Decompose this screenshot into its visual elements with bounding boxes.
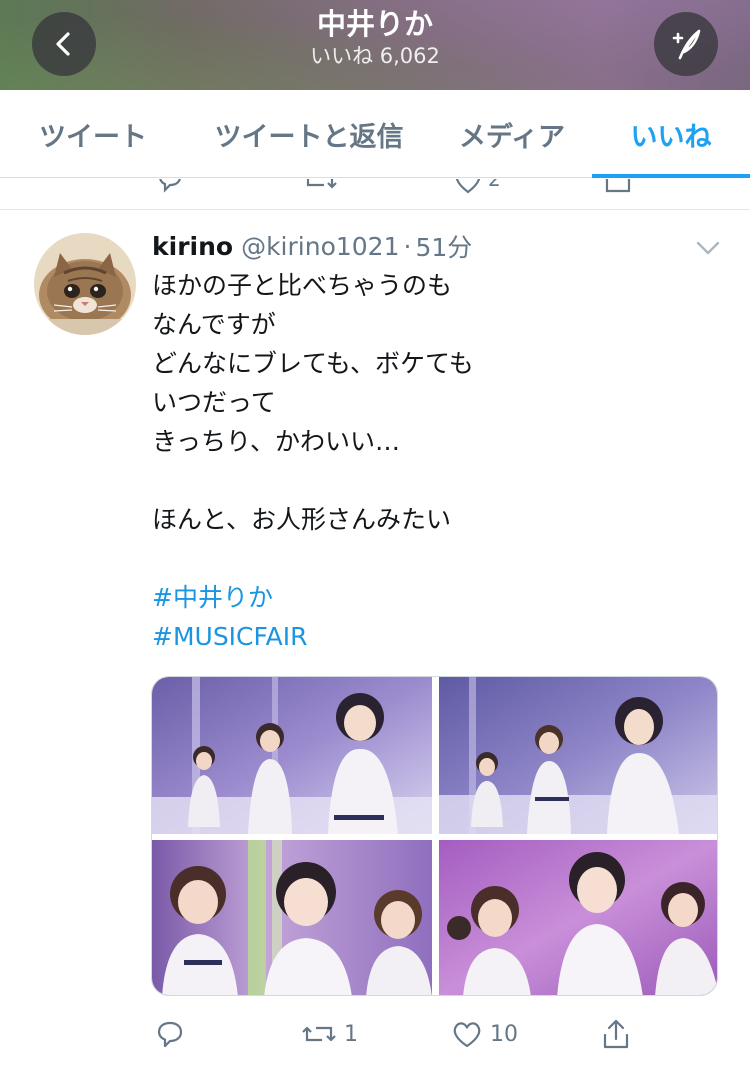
tweet-author-line: kirino @kirino1021 · 51分 <box>152 226 472 266</box>
author-display-name[interactable]: kirino <box>152 232 233 261</box>
likes-count-subtitle: いいね 6,062 <box>310 44 440 68</box>
media-photo[interactable] <box>439 840 717 995</box>
tweet-media-grid <box>151 676 718 996</box>
profile-header: 中井りか いいね 6,062 <box>0 0 750 90</box>
cat-avatar-image <box>34 233 136 335</box>
tweet-text-line: ほんと、お人形さんみたい <box>152 505 452 534</box>
heart-icon <box>453 1022 481 1048</box>
reply-button[interactable] <box>154 1014 192 1054</box>
tweet-text-line: いつだって <box>152 388 276 417</box>
media-photo[interactable] <box>152 840 432 995</box>
tweet-text-line: なんですが <box>152 310 276 339</box>
tweet-text: ほかの子と比べちゃうのも なんですが どんなにブレても、ボケても いつだって き… <box>152 266 722 656</box>
retweet-button[interactable]: 1 <box>300 1014 358 1054</box>
retweet-icon <box>302 1026 336 1042</box>
media-photo[interactable] <box>152 677 432 834</box>
hashtag-link[interactable]: #中井りか <box>152 578 722 617</box>
tweet-text-line <box>152 539 722 578</box>
hashtag-link[interactable]: #MUSICFAIR <box>152 617 722 656</box>
media-photo[interactable] <box>439 677 717 834</box>
previous-like-count: 2 <box>488 179 501 191</box>
profile-tabs: ツイート ツイートと返信 メディア いいね <box>0 90 750 178</box>
compose-tweet-icon <box>672 29 701 60</box>
tab-media[interactable]: メディア <box>432 90 592 178</box>
tweet-text-line: きっちり、かわいい… <box>152 427 401 456</box>
compose-tweet-button[interactable] <box>654 12 718 76</box>
tweet-text-line: ほかの子と比べちゃうのも <box>152 271 453 300</box>
tweet-text-line <box>152 461 722 500</box>
tweet-timestamp[interactable]: 51分 <box>415 228 472 264</box>
tweet-text-line: どんなにブレても、ボケても <box>152 349 474 378</box>
avatar[interactable] <box>34 233 136 335</box>
share-icon <box>603 1019 629 1049</box>
reply-icon[interactable] <box>155 179 185 195</box>
like-button[interactable]: 10 <box>450 1014 518 1054</box>
reply-icon <box>157 1021 183 1048</box>
retweet-icon[interactable] <box>302 179 342 195</box>
retweet-count: 1 <box>344 1021 358 1047</box>
profile-name: 中井りか <box>316 7 433 41</box>
share-button[interactable] <box>600 1014 632 1054</box>
chevron-down-icon[interactable] <box>694 236 722 260</box>
share-icon[interactable] <box>604 179 632 195</box>
previous-tweet-actions: 2 <box>0 179 750 209</box>
tab-tweets-and-replies[interactable]: ツイートと返信 <box>186 90 432 178</box>
like-icon[interactable] <box>452 179 484 195</box>
like-count: 10 <box>490 1021 518 1047</box>
author-handle[interactable]: @kirino1021 <box>241 232 399 261</box>
active-tab-indicator <box>592 174 750 178</box>
tab-likes[interactable]: いいね <box>592 90 750 178</box>
meta-separator: · <box>403 231 412 261</box>
tab-tweets[interactable]: ツイート <box>0 90 186 178</box>
tweet-divider <box>0 209 750 210</box>
